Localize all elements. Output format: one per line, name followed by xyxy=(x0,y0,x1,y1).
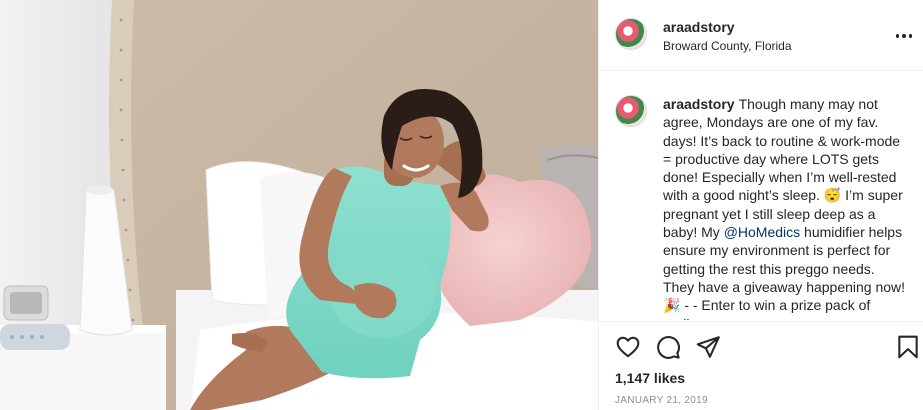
share-icon[interactable] xyxy=(695,334,721,360)
post-header: araadstory Broward County, Florida xyxy=(599,0,923,71)
post-actions: 1,147 likes JANUARY 21, 2019 xyxy=(599,321,923,410)
avatar[interactable] xyxy=(615,18,647,50)
comments-section: araadstory Though many may not agree, Mon… xyxy=(599,71,923,320)
photo-illustration xyxy=(0,0,598,410)
post-caption: araadstory Though many may not agree, Mon… xyxy=(663,95,907,320)
more-options-icon[interactable] xyxy=(892,24,916,48)
post-sidebar: araadstory Broward County, Florida araad… xyxy=(598,0,923,410)
post-date[interactable]: JANUARY 21, 2019 xyxy=(615,395,708,406)
caption-username[interactable]: araadstory xyxy=(663,96,735,112)
comment-icon[interactable] xyxy=(655,334,681,360)
heart-icon[interactable] xyxy=(615,334,641,360)
post-username[interactable]: araadstory xyxy=(663,19,735,35)
post-photo[interactable] xyxy=(0,0,598,410)
caption-text: Though many may not agree, Mondays are o… xyxy=(663,96,903,241)
caption-mention-link[interactable]: @HoMedics xyxy=(724,224,800,240)
bookmark-icon[interactable] xyxy=(895,334,921,360)
post-location[interactable]: Broward County, Florida xyxy=(663,39,792,53)
caption-avatar[interactable] xyxy=(615,95,647,127)
likes-count[interactable]: 1,147 likes xyxy=(615,370,685,386)
